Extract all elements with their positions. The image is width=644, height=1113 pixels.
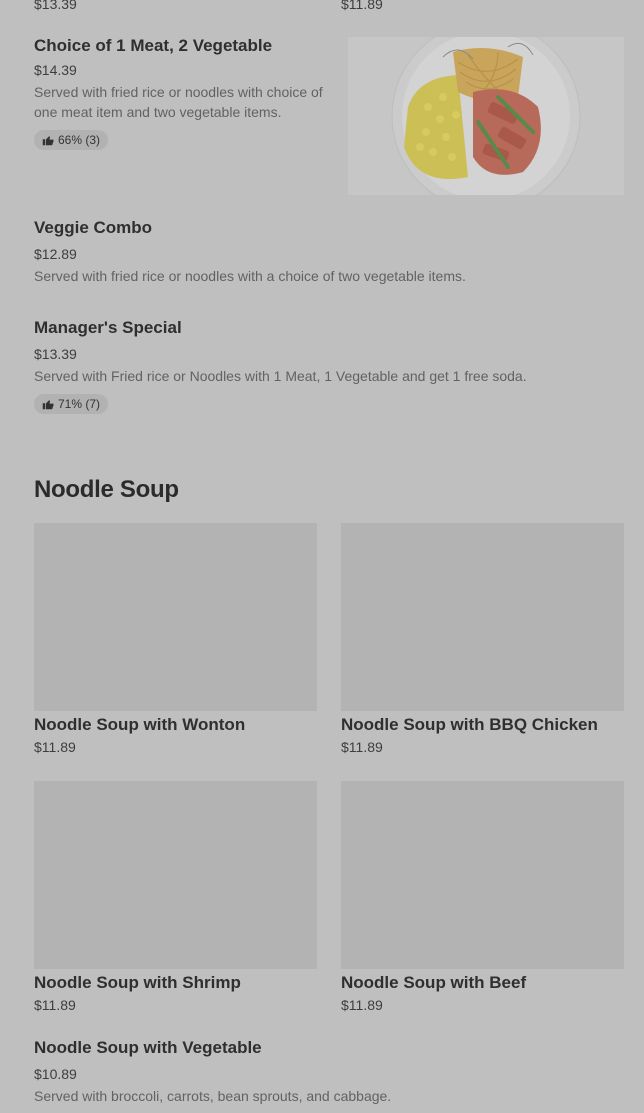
item-title: Veggie Combo bbox=[34, 218, 153, 237]
item-description: Served with fried rice or noodles with a… bbox=[34, 268, 466, 284]
menu-card-wonton[interactable]: Noodle Soup with Wonton $11.89 bbox=[34, 523, 317, 755]
item-title: Noodle Soup with BBQ Chicken bbox=[341, 715, 598, 734]
menu-item-combo[interactable]: Choice of 1 Meat, 2 Vegetable $14.39 Ser… bbox=[34, 36, 344, 151]
item-title: Noodle Soup with Beef bbox=[341, 973, 527, 992]
rating-badge: 71% (7) bbox=[34, 394, 109, 414]
item-price: $12.89 bbox=[34, 246, 77, 262]
item-price: $10.89 bbox=[34, 1066, 77, 1082]
item-price: $13.39 bbox=[34, 346, 77, 362]
item-image-placeholder bbox=[341, 523, 624, 711]
rating-text: 71% (7) bbox=[58, 397, 101, 411]
menu-card-bbq-chicken[interactable]: Noodle Soup with BBQ Chicken $11.89 bbox=[341, 523, 624, 755]
item-image-placeholder bbox=[34, 523, 317, 711]
menu-item-managers-special[interactable]: Manager's Special $13.39 Served with Fri… bbox=[34, 318, 624, 415]
food-plate-image bbox=[348, 37, 624, 195]
item-title: Noodle Soup with Wonton bbox=[34, 715, 246, 734]
top-right-price: $11.89 bbox=[341, 0, 383, 12]
thumbs-up-icon bbox=[42, 400, 54, 410]
menu-item-vegetable-soup[interactable]: Noodle Soup with Vegetable $10.89 Served… bbox=[34, 1038, 624, 1106]
item-description: Served with Fried rice or Noodles with 1… bbox=[34, 368, 527, 384]
item-title: Noodle Soup with Shrimp bbox=[34, 973, 241, 992]
item-price: $11.89 bbox=[341, 997, 383, 1013]
item-description: Served with broccoli, carrots, bean spro… bbox=[34, 1088, 392, 1104]
item-price: $11.89 bbox=[341, 739, 383, 755]
top-left-price: $13.39 bbox=[34, 0, 77, 12]
thumbs-up-icon bbox=[42, 136, 54, 146]
menu-item-veggie-combo[interactable]: Veggie Combo $12.89 Served with fried ri… bbox=[34, 218, 624, 286]
section-title: Noodle Soup bbox=[34, 476, 179, 503]
item-title: Noodle Soup with Vegetable bbox=[34, 1038, 262, 1057]
item-price: $11.89 bbox=[34, 739, 76, 755]
item-title: Manager's Special bbox=[34, 318, 182, 337]
item-price: $14.39 bbox=[34, 62, 77, 78]
rating-text: 66% (3) bbox=[58, 133, 101, 147]
item-description: Served with fried rice or noodles with c… bbox=[34, 84, 323, 120]
menu-card-beef[interactable]: Noodle Soup with Beef $11.89 bbox=[341, 781, 624, 1013]
item-image-placeholder bbox=[34, 781, 317, 969]
item-image-placeholder bbox=[341, 781, 624, 969]
menu-card-shrimp[interactable]: Noodle Soup with Shrimp $11.89 bbox=[34, 781, 317, 1013]
item-title: Choice of 1 Meat, 2 Vegetable bbox=[34, 36, 273, 55]
rating-badge: 66% (3) bbox=[34, 130, 109, 150]
item-price: $11.89 bbox=[34, 997, 76, 1013]
combo-image bbox=[348, 37, 624, 195]
